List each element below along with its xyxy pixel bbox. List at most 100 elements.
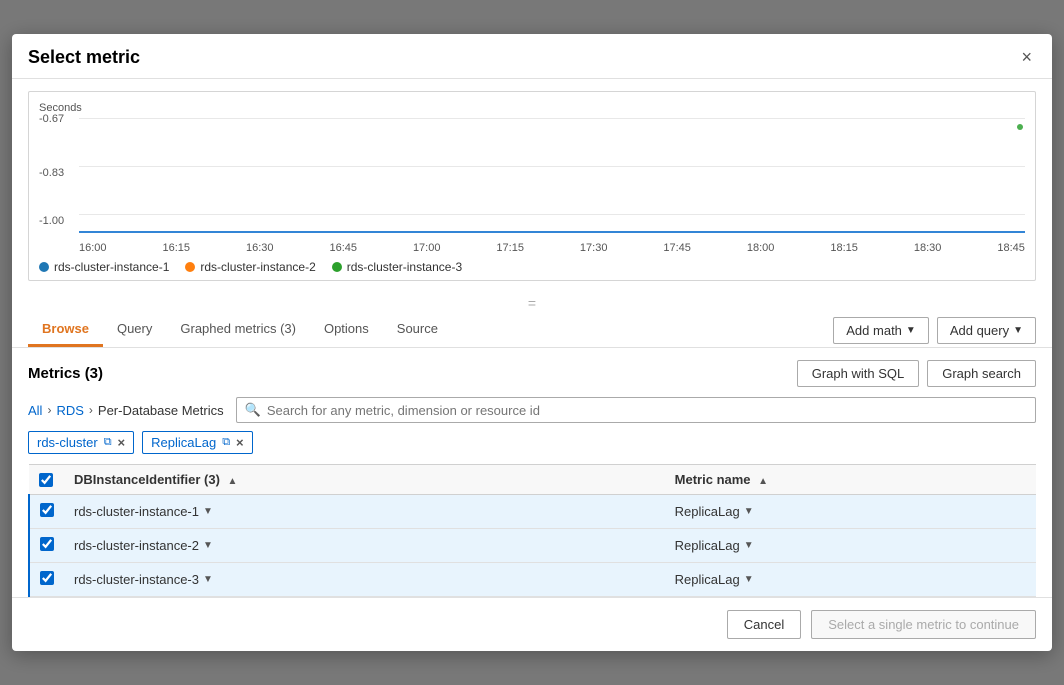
- header-checkbox[interactable]: [39, 473, 53, 487]
- header-metric-label: Metric name: [675, 472, 751, 487]
- filter-tag-1: ReplicaLag ⧉ ×: [142, 431, 253, 454]
- legend-item-2: rds-cluster-instance-3: [332, 260, 462, 274]
- metrics-section: Metrics (3) Graph with SQL Graph search …: [12, 348, 1052, 597]
- sort-arrow-1: ▲: [758, 476, 768, 487]
- x-label-3: 16:45: [329, 242, 357, 254]
- filter-tag-edit-1[interactable]: ⧉: [222, 436, 230, 449]
- row-metric-0: ReplicaLag ▼: [665, 495, 1036, 529]
- row-instance-1: rds-cluster-instance-2 ▼: [64, 529, 665, 563]
- legend-label-1: rds-cluster-instance-2: [200, 260, 315, 274]
- modal-header: Select metric ×: [12, 34, 1052, 79]
- header-db-label: DBInstanceIdentifier (3): [74, 472, 220, 487]
- tab-browse[interactable]: Browse: [28, 313, 103, 347]
- add-math-label: Add math: [846, 323, 902, 338]
- filter-tag-edit-0[interactable]: ⧉: [104, 436, 112, 449]
- metric-dropdown-1[interactable]: ▼: [744, 540, 754, 551]
- metric-label-0: ReplicaLag: [675, 504, 740, 519]
- legend-item-1: rds-cluster-instance-2: [185, 260, 315, 274]
- table-row: rds-cluster-instance-2 ▼ ReplicaLag ▼: [29, 529, 1036, 563]
- graph-with-sql-button[interactable]: Graph with SQL: [797, 360, 920, 387]
- add-query-arrow: ▼: [1013, 325, 1023, 336]
- y-val-2: -0.83: [39, 167, 64, 179]
- add-query-button[interactable]: Add query ▼: [937, 317, 1036, 344]
- tab-graphed-metrics[interactable]: Graphed metrics (3): [166, 313, 310, 347]
- metrics-table: DBInstanceIdentifier (3) ▲ Metric name ▲: [28, 464, 1036, 597]
- header-checkbox-cell: [29, 465, 64, 495]
- breadcrumb-sep-0: ›: [47, 403, 51, 417]
- header-metric-name[interactable]: Metric name ▲: [665, 465, 1036, 495]
- instance-label-0: rds-cluster-instance-1: [74, 504, 199, 519]
- metrics-header: Metrics (3) Graph with SQL Graph search: [28, 360, 1036, 387]
- legend-label-0: rds-cluster-instance-1: [54, 260, 169, 274]
- select-metric-modal: Select metric × Seconds -0.67 -0.83 -1.0…: [12, 34, 1052, 651]
- filter-tags: rds-cluster ⧉ × ReplicaLag ⧉ ×: [28, 431, 1036, 454]
- add-math-arrow: ▼: [906, 325, 916, 336]
- filter-tag-0: rds-cluster ⧉ ×: [28, 431, 134, 454]
- row-checkbox-1[interactable]: [40, 537, 54, 551]
- filter-tag-label-0: rds-cluster: [37, 435, 98, 450]
- drag-handle[interactable]: =: [12, 293, 1052, 313]
- instance-label-1: rds-cluster-instance-2: [74, 538, 199, 553]
- instance-dropdown-1[interactable]: ▼: [203, 540, 213, 551]
- legend-item-0: rds-cluster-instance-1: [39, 260, 169, 274]
- x-label-10: 18:30: [914, 242, 942, 254]
- row-checkbox-2[interactable]: [40, 571, 54, 585]
- metric-label-2: ReplicaLag: [675, 572, 740, 587]
- graph-search-button[interactable]: Graph search: [927, 360, 1036, 387]
- legend-dot-2: [332, 262, 342, 272]
- breadcrumb-rds[interactable]: RDS: [56, 403, 83, 418]
- modal-footer: Cancel Select a single metric to continu…: [12, 597, 1052, 651]
- x-label-1: 16:15: [162, 242, 190, 254]
- filter-tag-label-1: ReplicaLag: [151, 435, 216, 450]
- row-checkbox-cell-0: [29, 495, 64, 529]
- x-label-8: 18:00: [747, 242, 775, 254]
- tab-bar: Browse Query Graphed metrics (3) Options…: [12, 313, 1052, 348]
- x-label-9: 18:15: [830, 242, 858, 254]
- close-button[interactable]: ×: [1017, 46, 1036, 68]
- table-row: rds-cluster-instance-3 ▼ ReplicaLag ▼: [29, 563, 1036, 597]
- grid-line-2: -0.83: [79, 166, 1025, 167]
- legend-dot-0: [39, 262, 49, 272]
- instance-dropdown-2[interactable]: ▼: [203, 574, 213, 585]
- table-row: rds-cluster-instance-1 ▼ ReplicaLag ▼: [29, 495, 1036, 529]
- add-query-label: Add query: [950, 323, 1009, 338]
- row-metric-1: ReplicaLag ▼: [665, 529, 1036, 563]
- check-header: [39, 473, 54, 487]
- y-val-3: -1.00: [39, 215, 64, 227]
- instance-dropdown-0[interactable]: ▼: [203, 506, 213, 517]
- breadcrumb-sep-1: ›: [89, 403, 93, 417]
- tab-source[interactable]: Source: [383, 313, 452, 347]
- tab-query[interactable]: Query: [103, 313, 166, 347]
- row-metric-2: ReplicaLag ▼: [665, 563, 1036, 597]
- sort-arrow-0: ▲: [228, 476, 238, 487]
- tab-options[interactable]: Options: [310, 313, 383, 347]
- modal-overlay: Select metric × Seconds -0.67 -0.83 -1.0…: [0, 0, 1064, 685]
- legend-label-2: rds-cluster-instance-3: [347, 260, 462, 274]
- filter-tag-close-0[interactable]: ×: [118, 436, 126, 449]
- metric-dropdown-2[interactable]: ▼: [744, 574, 754, 585]
- breadcrumb-all[interactable]: All: [28, 403, 42, 418]
- x-label-2: 16:30: [246, 242, 274, 254]
- chart-main-line: [79, 231, 1025, 233]
- row-checkbox-0[interactable]: [40, 503, 54, 517]
- filter-tag-close-1[interactable]: ×: [236, 436, 244, 449]
- x-label-4: 17:00: [413, 242, 441, 254]
- search-input[interactable]: [267, 403, 1027, 418]
- cancel-button[interactable]: Cancel: [727, 610, 801, 639]
- x-label-0: 16:00: [79, 242, 107, 254]
- add-math-button[interactable]: Add math ▼: [833, 317, 929, 344]
- metric-name-0: ReplicaLag ▼: [675, 504, 1026, 519]
- row-checkbox-cell-1: [29, 529, 64, 563]
- x-label-11: 18:45: [997, 242, 1025, 254]
- instance-label-2: rds-cluster-instance-3: [74, 572, 199, 587]
- x-label-6: 17:30: [580, 242, 608, 254]
- search-box: 🔍: [236, 397, 1036, 423]
- header-db-instance[interactable]: DBInstanceIdentifier (3) ▲: [64, 465, 665, 495]
- metrics-title: Metrics (3): [28, 365, 103, 382]
- metric-dropdown-0[interactable]: ▼: [744, 506, 754, 517]
- row-checkbox-cell-2: [29, 563, 64, 597]
- x-label-7: 17:45: [663, 242, 691, 254]
- instance-name-1: rds-cluster-instance-2 ▼: [74, 538, 655, 553]
- chart-x-labels: 16:00 16:15 16:30 16:45 17:00 17:15 17:3…: [39, 242, 1025, 254]
- row-instance-0: rds-cluster-instance-1 ▼: [64, 495, 665, 529]
